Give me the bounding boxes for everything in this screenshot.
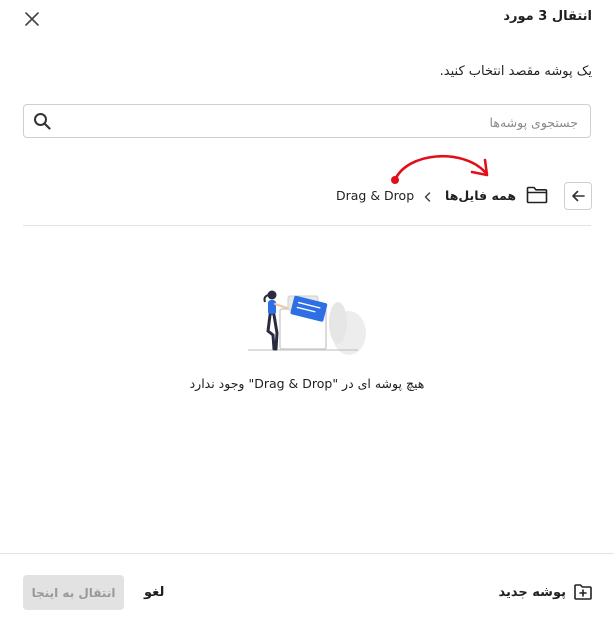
annotation-arrow-icon <box>391 154 489 184</box>
cancel-button[interactable]: لغو <box>144 585 164 600</box>
arrow-left-icon <box>572 190 585 202</box>
search-box <box>23 104 591 139</box>
footer-divider <box>0 553 614 554</box>
folder-plus-icon <box>574 584 592 600</box>
search-icon <box>34 113 51 130</box>
close-button[interactable] <box>22 9 42 29</box>
search-input[interactable] <box>62 105 580 139</box>
dialog-title: انتقال 3 مورد <box>503 9 592 24</box>
content-divider <box>23 225 591 226</box>
move-here-button[interactable]: انتقال به اینجا <box>23 575 124 610</box>
empty-state-message: هیچ پوشه ای در "Drag & Drop" وجود ندارد <box>189 376 425 391</box>
new-folder-button[interactable]: پوشه جدید <box>499 584 593 600</box>
back-button[interactable] <box>564 182 592 210</box>
new-folder-label: پوشه جدید <box>498 584 567 600</box>
empty-folder-illustration <box>248 290 366 355</box>
close-icon <box>25 12 39 26</box>
dialog-subtitle: یک پوشه مقصد انتخاب کنید. <box>439 64 592 79</box>
folder-icon <box>526 186 548 204</box>
